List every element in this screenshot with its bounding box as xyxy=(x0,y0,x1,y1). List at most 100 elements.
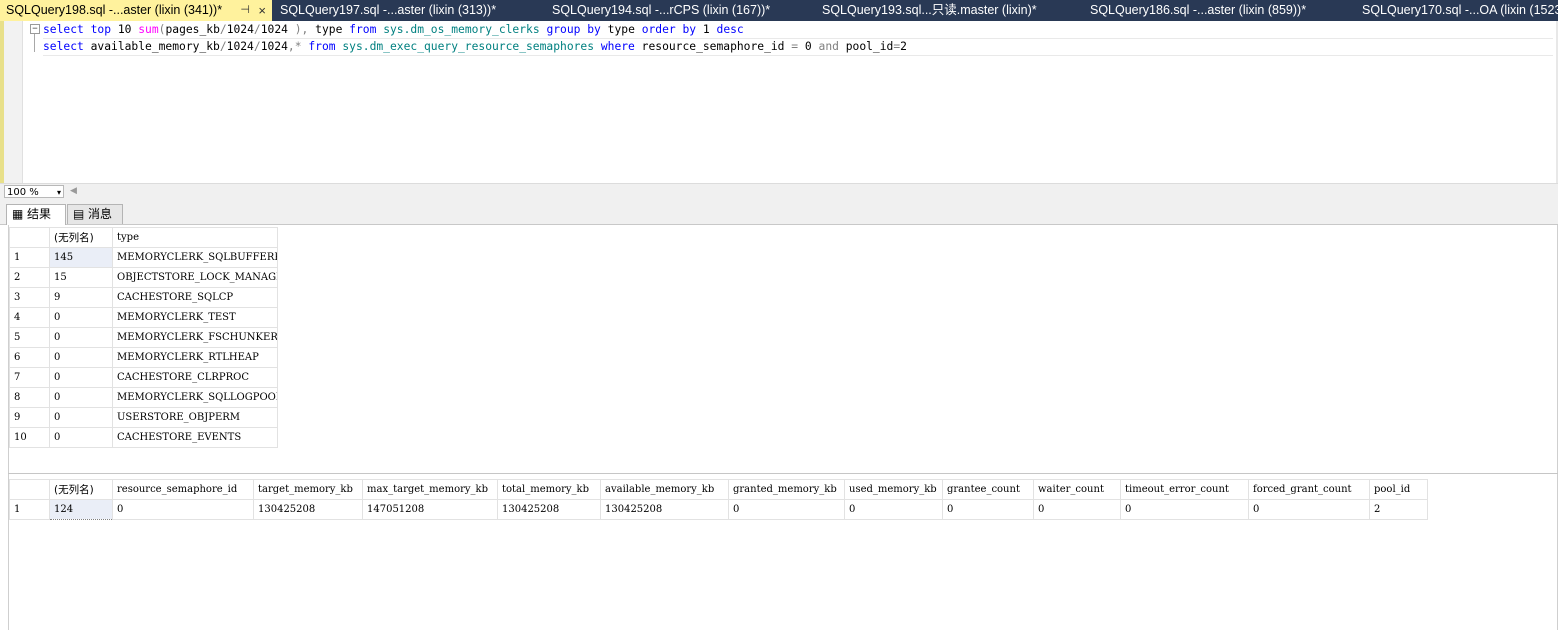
grid-cell[interactable]: 0 xyxy=(844,499,943,520)
grid-cell[interactable]: CACHESTORE_SQLCP xyxy=(112,287,278,308)
scroll-left-icon[interactable]: ◀ xyxy=(70,186,77,196)
code-token: and xyxy=(818,40,839,53)
code-token: pool_id xyxy=(838,40,894,53)
document-tab-bar: SQLQuery198.sql -...aster (lixin (341))*… xyxy=(0,0,1558,21)
grid-cell[interactable]: 147051208 xyxy=(362,499,498,520)
tab-sqlquery170[interactable]: SQLQuery170.sql -...OA (lixin (1523 xyxy=(1356,0,1558,21)
grid-cell[interactable]: USERSTORE_OBJPERM xyxy=(112,407,278,428)
grid-cell[interactable]: OBJECTSTORE_LOCK_MANAGER xyxy=(112,267,278,288)
tab-sqlquery194[interactable]: SQLQuery194.sql -...rCPS (lixin (167))* xyxy=(546,0,814,21)
code-token: select xyxy=(43,23,84,36)
grid-cell[interactable]: MEMORYCLERK_SQLLOGPOOL xyxy=(112,387,278,408)
table-row[interactable]: 7 0 CACHESTORE_CLRPROC xyxy=(9,367,278,388)
row-number[interactable]: 5 xyxy=(9,327,50,348)
row-number[interactable]: 4 xyxy=(9,307,50,328)
column-header[interactable]: used_memory_kb xyxy=(844,479,943,500)
tab-label: SQLQuery194.sql -...rCPS (lixin (167))* xyxy=(552,3,771,17)
grid-cell[interactable]: 0 xyxy=(112,499,254,520)
column-header[interactable]: granted_memory_kb xyxy=(728,479,845,500)
grid-cell[interactable]: 130425208 xyxy=(600,499,729,520)
column-header[interactable]: waiter_count xyxy=(1033,479,1121,500)
row-number[interactable]: 1 xyxy=(9,499,50,520)
table-row[interactable]: 1145MEMORYCLERK_SQLBUFFERPOOL xyxy=(9,247,278,268)
row-number[interactable]: 10 xyxy=(9,427,50,448)
grid-cell[interactable]: MEMORYCLERK_RTLHEAP xyxy=(112,347,278,368)
grid-splitter[interactable] xyxy=(8,473,1558,474)
grid-cell[interactable]: 9 xyxy=(49,287,113,308)
zoom-bar: 100 % ▾ ◀ xyxy=(0,183,1558,200)
grid-cell[interactable]: 145 xyxy=(49,247,113,268)
grid-cell[interactable]: 124 xyxy=(49,499,113,520)
table-row[interactable]: 1 124 0 130425208 147051208 130425208 13042520… xyxy=(9,499,1428,520)
table-row[interactable]: 6 0 MEMORYCLERK_RTLHEAP xyxy=(9,347,278,368)
grid-cell[interactable]: 0 xyxy=(942,499,1034,520)
grid-cell[interactable]: 0 xyxy=(1120,499,1249,520)
tab-sqlquery186[interactable]: SQLQuery186.sql -...aster (lixin (859))* xyxy=(1084,0,1354,21)
row-number[interactable]: 3 xyxy=(9,287,50,308)
code-line-1[interactable]: select top 10 sum(pages_kb/1024/1024 ), … xyxy=(43,22,744,38)
code-token: type xyxy=(600,23,642,36)
column-header[interactable]: type xyxy=(112,227,278,248)
tab-results[interactable]: ▦ 结果 xyxy=(6,204,66,225)
grid-cell[interactable]: CACHESTORE_EVENTS xyxy=(112,427,278,448)
table-row[interactable]: 9 0 USERSTORE_OBJPERM xyxy=(9,407,278,428)
column-header[interactable]: forced_grant_count xyxy=(1248,479,1370,500)
grid-cell[interactable]: 130425208 xyxy=(497,499,601,520)
column-header[interactable]: grantee_count xyxy=(942,479,1034,500)
row-number[interactable]: 8 xyxy=(9,387,50,408)
grid-cell[interactable]: 15 xyxy=(49,267,113,288)
grid-cell[interactable]: 0 xyxy=(49,427,113,448)
grid-cell[interactable]: 2 xyxy=(1369,499,1428,520)
close-icon[interactable]: × xyxy=(258,0,266,21)
table-row[interactable]: 3 9 CACHESTORE_SQLCP xyxy=(9,287,278,308)
tab-sqlquery197[interactable]: SQLQuery197.sql -...aster (lixin (313))* xyxy=(274,0,542,21)
grid-cell[interactable]: 130425208 xyxy=(253,499,363,520)
query-editor[interactable]: − select top 10 sum(pages_kb/1024/1024 )… xyxy=(0,21,1558,183)
code-token: ), xyxy=(287,23,309,36)
grid-cell[interactable]: 0 xyxy=(49,387,113,408)
column-header[interactable]: (无列名) xyxy=(49,479,113,500)
row-number[interactable]: 1 xyxy=(9,247,50,268)
pin-icon[interactable]: ⊣ xyxy=(240,0,250,21)
table-row[interactable]: 4 0 MEMORYCLERK_TEST xyxy=(9,307,278,328)
tab-sqlquery193[interactable]: SQLQuery193.sql...只读.master (lixin)* xyxy=(816,0,1084,21)
grid-cell[interactable]: 0 xyxy=(49,347,113,368)
collapse-icon[interactable]: − xyxy=(30,24,40,34)
row-number[interactable]: 9 xyxy=(9,407,50,428)
row-number[interactable]: 6 xyxy=(9,347,50,368)
grid-cell[interactable]: 0 xyxy=(49,407,113,428)
tab-label: SQLQuery186.sql -...aster (lixin (859))* xyxy=(1090,3,1307,17)
column-header[interactable]: resource_semaphore_id xyxy=(112,479,254,500)
row-header-corner[interactable] xyxy=(9,227,50,248)
code-line-2[interactable]: select available_memory_kb/1024/1024,* f… xyxy=(43,38,1553,56)
table-row[interactable]: 10 0 CACHESTORE_EVENTS xyxy=(9,427,278,448)
grid-cell[interactable]: CACHESTORE_CLRPROC xyxy=(112,367,278,388)
table-row[interactable]: 5 0 MEMORYCLERK_FSCHUNKER xyxy=(9,327,278,348)
column-header[interactable]: total_memory_kb xyxy=(497,479,601,500)
row-header-corner[interactable] xyxy=(9,479,50,500)
column-header[interactable]: available_memory_kb xyxy=(600,479,729,500)
code-token: / xyxy=(253,23,261,36)
grid-cell[interactable]: 0 xyxy=(49,327,113,348)
tab-sqlquery198[interactable]: SQLQuery198.sql -...aster (lixin (341))*… xyxy=(0,0,272,21)
grid-cell[interactable]: MEMORYCLERK_TEST xyxy=(112,307,278,328)
grid-cell[interactable]: 0 xyxy=(728,499,845,520)
grid-cell[interactable]: MEMORYCLERK_FSCHUNKER xyxy=(112,327,278,348)
column-header[interactable]: max_target_memory_kb xyxy=(362,479,498,500)
column-header[interactable]: target_memory_kb xyxy=(253,479,363,500)
grid-cell[interactable]: 0 xyxy=(1248,499,1370,520)
column-header[interactable]: timeout_error_count xyxy=(1120,479,1249,500)
row-number[interactable]: 2 xyxy=(9,267,50,288)
grid-cell[interactable]: 0 xyxy=(49,367,113,388)
grid-cell[interactable]: 0 xyxy=(49,307,113,328)
zoom-select[interactable]: 100 % ▾ xyxy=(4,185,64,198)
chevron-down-icon[interactable]: ▾ xyxy=(57,186,61,199)
tab-messages[interactable]: ▤ 消息 xyxy=(67,204,123,224)
grid-cell[interactable]: MEMORYCLERK_SQLBUFFERPOOL xyxy=(112,247,278,268)
table-row[interactable]: 8 0 MEMORYCLERK_SQLLOGPOOL xyxy=(9,387,278,408)
grid-cell[interactable]: 0 xyxy=(1033,499,1121,520)
table-row[interactable]: 2 15 OBJECTSTORE_LOCK_MANAGER xyxy=(9,267,278,288)
column-header[interactable]: pool_id xyxy=(1369,479,1428,500)
row-number[interactable]: 7 xyxy=(9,367,50,388)
column-header[interactable]: (无列名) xyxy=(49,227,113,248)
